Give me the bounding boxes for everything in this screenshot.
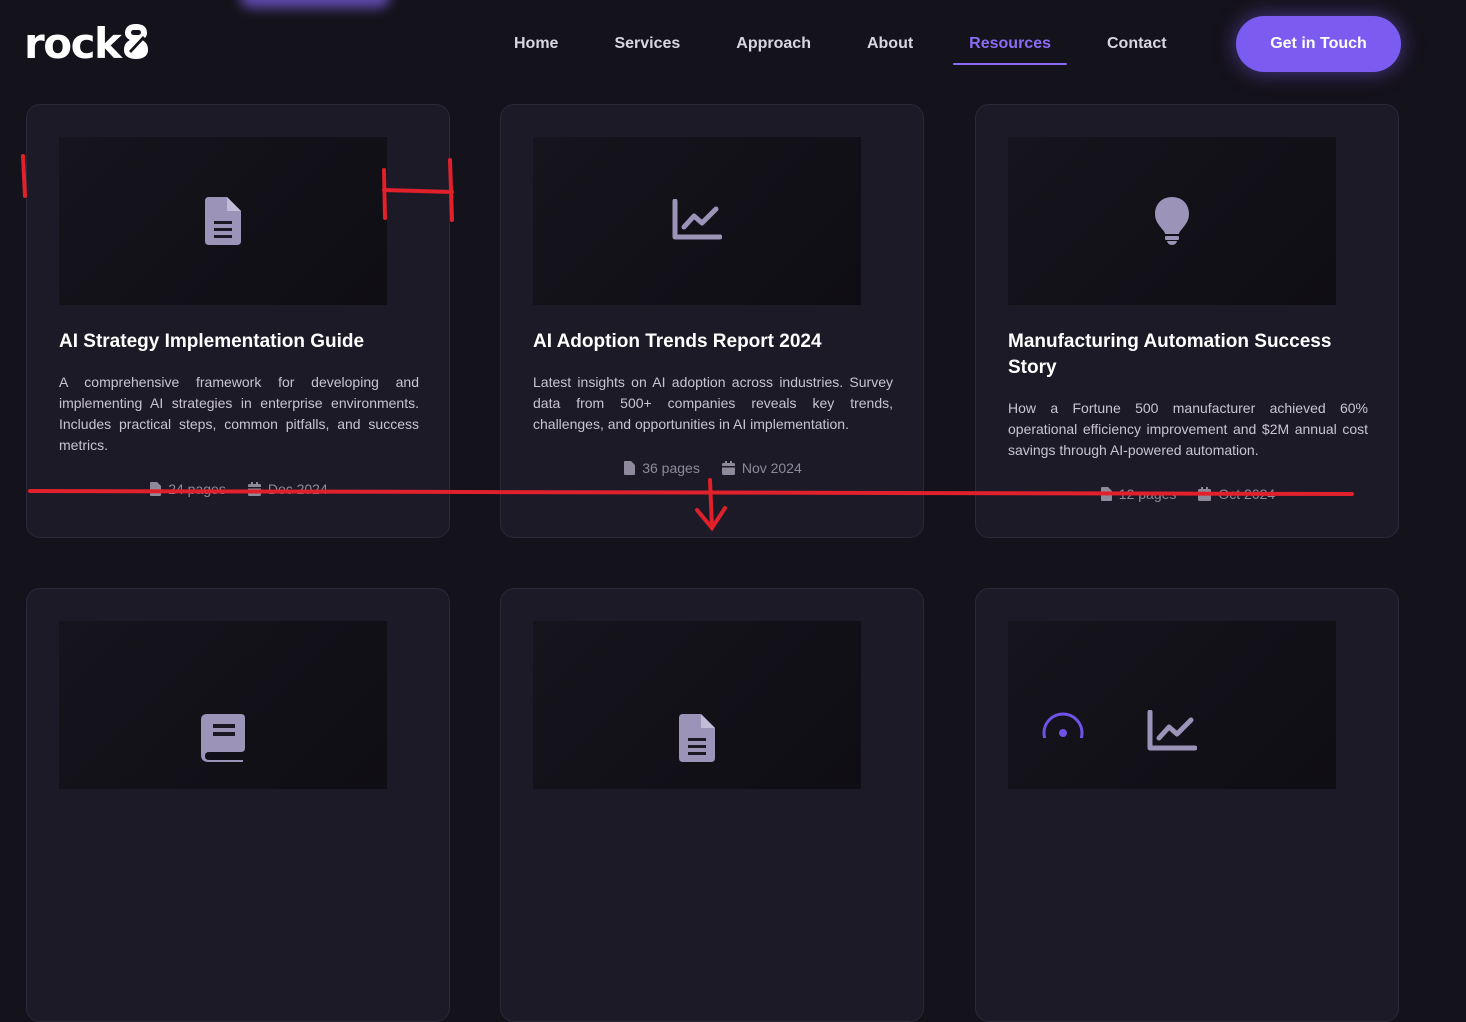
- resource-card[interactable]: AI Strategy Implementation Guide A compr…: [26, 104, 450, 538]
- resource-thumbnail: [59, 621, 387, 789]
- resource-thumbnail: [1008, 137, 1336, 305]
- resource-thumbnail: [1008, 621, 1336, 789]
- page-count-icon: [1100, 487, 1112, 501]
- resource-card[interactable]: [26, 588, 450, 1022]
- resource-thumbnail: [533, 137, 861, 305]
- resource-title[interactable]: AI Adoption Trends Report 2024: [533, 329, 893, 355]
- resource-description: Latest insights on AI adoption across in…: [533, 374, 893, 432]
- page-count: 36 pages: [642, 460, 700, 476]
- calendar-icon: [247, 482, 261, 496]
- nav-about[interactable]: About: [839, 23, 941, 65]
- resource-title[interactable]: Manufacturing Automation Success Story: [1008, 329, 1368, 381]
- nav-contact[interactable]: Contact: [1079, 23, 1195, 65]
- resource-card[interactable]: Manufacturing Automation Success Story H…: [975, 104, 1399, 538]
- resource-card[interactable]: [975, 588, 1399, 1022]
- resource-card[interactable]: AI Adoption Trends Report 2024 Latest in…: [500, 104, 924, 538]
- page-count: 24 pages: [168, 481, 226, 497]
- brand-mark-icon: [121, 21, 151, 68]
- lightbulb-icon: [1155, 197, 1189, 245]
- page-count-icon: [150, 482, 162, 496]
- nav-home[interactable]: Home: [486, 23, 586, 65]
- page-count: 12 pages: [1118, 486, 1177, 502]
- chart-line-icon: [1147, 710, 1197, 751]
- resource-description: A comprehensive framework for developing…: [59, 374, 419, 453]
- resource-description: How a Fortune 500 manufacturer achieved …: [1008, 400, 1368, 458]
- top-glow-decoration: [240, 0, 390, 8]
- publish-date: Oct 2024: [1218, 486, 1276, 502]
- annotation-tick-mark: [21, 154, 27, 198]
- chart-line-icon: [672, 199, 722, 240]
- resource-thumbnail: [533, 621, 861, 789]
- brand-logo[interactable]: rock: [24, 22, 151, 66]
- resource-title[interactable]: AI Strategy Implementation Guide: [59, 329, 419, 355]
- publish-date: Dec 2024: [267, 481, 328, 497]
- nav-resources[interactable]: Resources: [941, 23, 1079, 65]
- document-icon: [205, 197, 241, 245]
- annotation-bracket-right: [448, 158, 454, 222]
- resource-card[interactable]: [500, 588, 924, 1022]
- resource-meta: 24 pages Dec 2024: [27, 481, 449, 497]
- calendar-icon: [721, 461, 735, 475]
- calendar-icon: [1198, 487, 1212, 501]
- brand-name: rock: [24, 19, 122, 68]
- nav-services[interactable]: Services: [586, 23, 708, 65]
- book-icon: [201, 714, 245, 762]
- resource-thumbnail: [59, 137, 387, 305]
- get-in-touch-button[interactable]: Get in Touch: [1236, 16, 1401, 72]
- resource-meta: 36 pages Nov 2024: [501, 460, 923, 476]
- main-nav: Home Services Approach About Resources C…: [486, 22, 1195, 66]
- document-icon: [679, 714, 715, 762]
- resource-meta: 12 pages Oct 2024: [976, 486, 1398, 502]
- nav-approach[interactable]: Approach: [708, 23, 839, 65]
- page-count-icon: [624, 461, 636, 475]
- publish-date: Nov 2024: [741, 460, 802, 476]
